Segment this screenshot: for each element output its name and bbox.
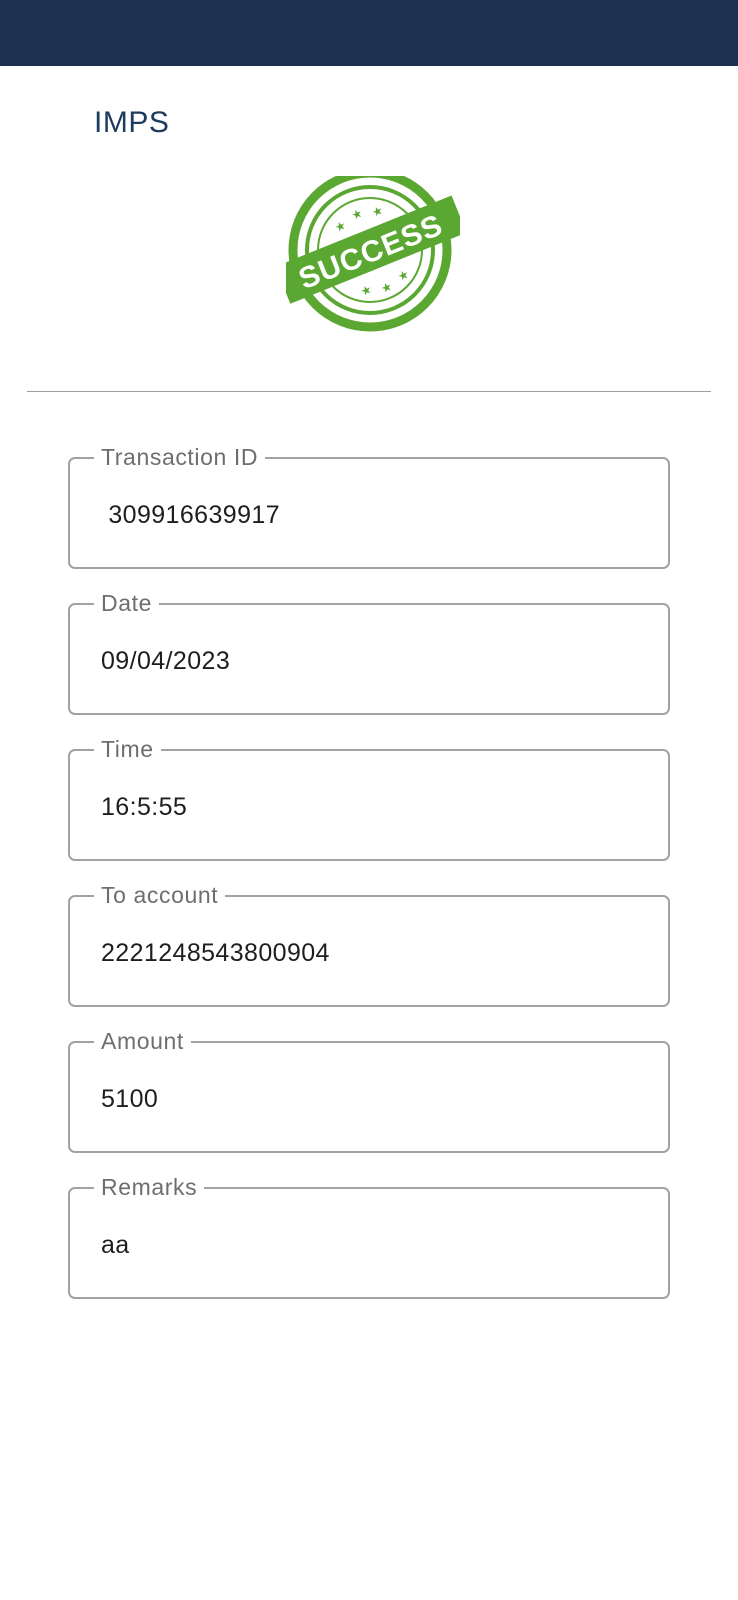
svg-text:★: ★ [349,206,364,223]
svg-text:★: ★ [359,282,374,299]
success-stamp-icon: ★ ★ ★ ★ ★ ★ SUCCESS [286,176,460,334]
to-account-value: 2221248543800904 [101,939,330,967]
svg-text:★: ★ [333,218,348,235]
svg-text:★: ★ [379,279,394,296]
svg-text:★: ★ [396,267,411,284]
transaction-id-label: Transaction ID [94,442,266,472]
to-account-label: To account [94,880,226,910]
amount-value: 5100 [101,1085,159,1113]
date-value: 09/04/2023 [101,647,231,675]
date-field: Date 09/04/2023 [68,588,670,715]
remarks-label: Remarks [94,1172,205,1202]
transaction-id-field: Transaction ID 309916639917 [68,442,670,569]
remarks-value: aa [101,1231,130,1259]
svg-text:★: ★ [370,203,385,220]
time-field: Time 16:5:55 [68,734,670,861]
time-label: Time [94,734,161,764]
time-value: 16:5:55 [101,793,188,821]
amount-label: Amount [94,1026,191,1056]
amount-field: Amount 5100 [68,1026,670,1153]
date-label: Date [94,588,159,618]
divider [27,391,711,392]
page-title: IMPS [94,106,170,139]
status-bar [0,0,738,66]
to-account-field: To account 2221248543800904 [68,880,670,1007]
transaction-id-value: 309916639917 [101,501,280,529]
remarks-field: Remarks aa [68,1172,670,1299]
